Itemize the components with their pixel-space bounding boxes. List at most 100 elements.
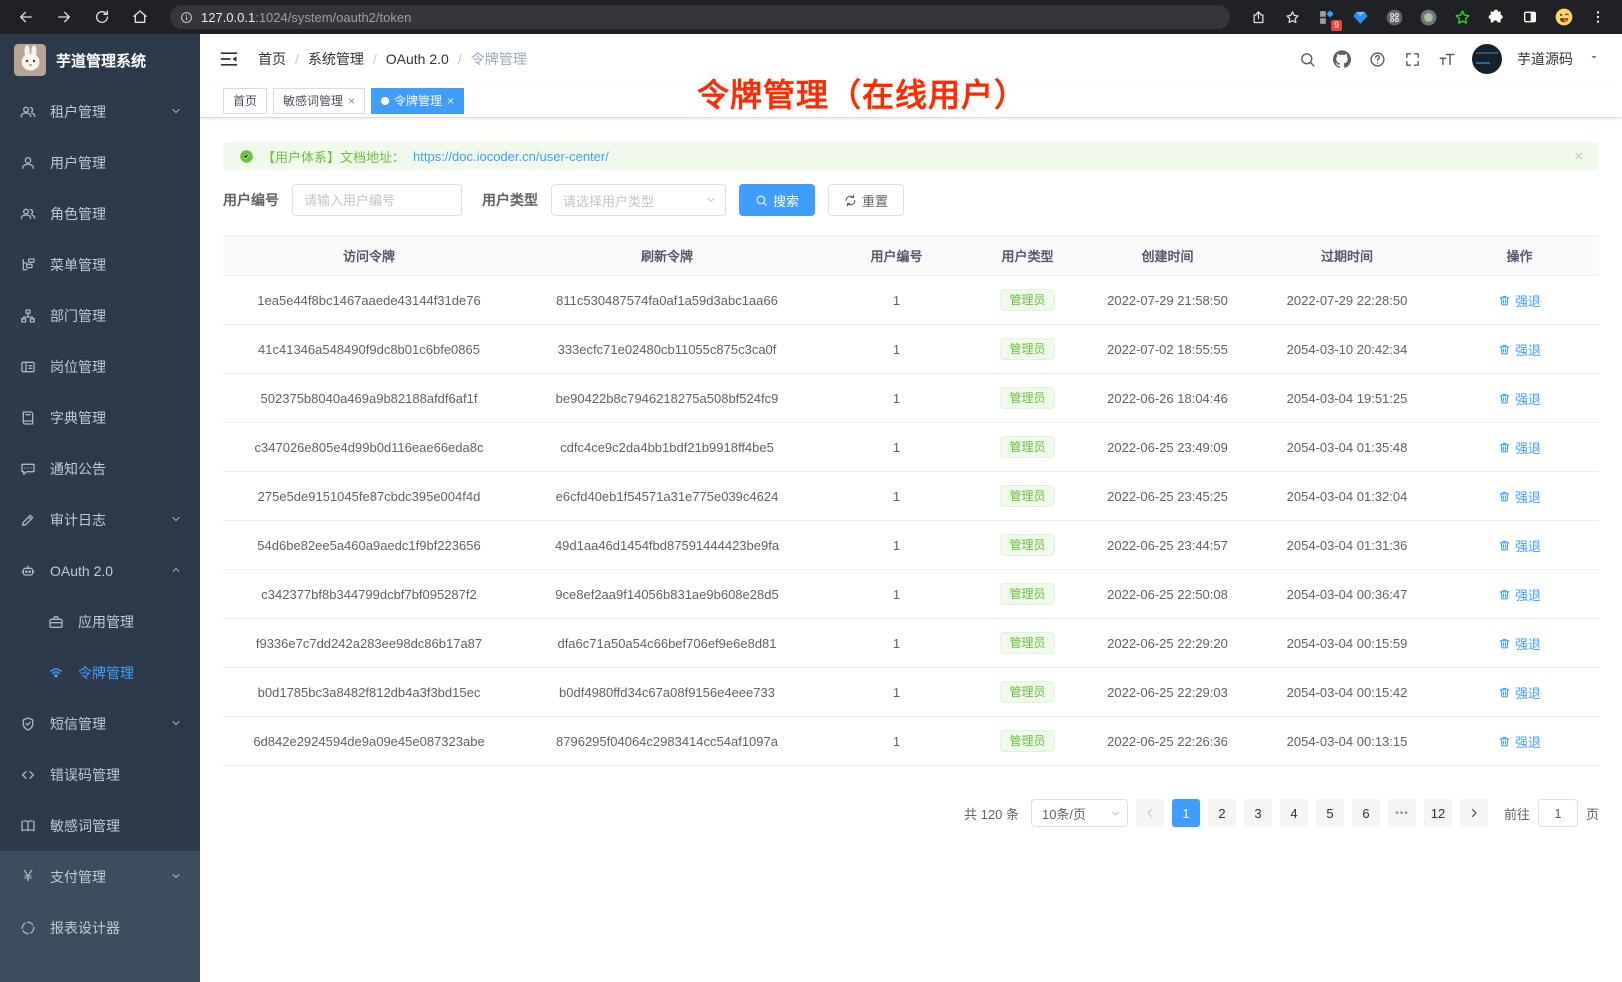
tab-sensitive-word[interactable]: 敏感词管理× <box>273 88 365 114</box>
jumper-input[interactable] <box>1538 799 1578 827</box>
trash-icon <box>1498 539 1511 552</box>
sidebar-item-role[interactable]: 角色管理 <box>0 188 200 239</box>
sidebar-item-menu[interactable]: 菜单管理 <box>0 239 200 290</box>
search-icon[interactable] <box>1297 49 1317 69</box>
site-info-icon[interactable] <box>180 11 193 24</box>
app-logo[interactable]: 芋道管理系统 <box>0 34 200 86</box>
github-icon[interactable] <box>1332 49 1352 69</box>
reset-button[interactable]: 重置 <box>828 184 904 216</box>
sidebar-item-notice[interactable]: 通知公告 <box>0 443 200 494</box>
sidebar-item-user[interactable]: 用户管理 <box>0 137 200 188</box>
force-logout-button[interactable]: 强退 <box>1498 487 1541 506</box>
force-logout-button[interactable]: 强退 <box>1498 438 1541 457</box>
page-button-5[interactable]: 5 <box>1316 799 1344 827</box>
search-button[interactable]: 搜索 <box>739 184 815 216</box>
page-button-4[interactable]: 4 <box>1280 799 1308 827</box>
tab-token-management[interactable]: 令牌管理× <box>371 88 464 114</box>
sidebar-item-oauth2[interactable]: OAuth 2.0 <box>0 545 200 596</box>
breadcrumb-oauth2[interactable]: OAuth 2.0 <box>386 51 449 67</box>
page-button-2[interactable]: 2 <box>1208 799 1236 827</box>
extension-command-icon[interactable] <box>1382 5 1406 29</box>
browser-reload-button[interactable] <box>88 3 116 31</box>
user-avatar[interactable] <box>1472 44 1502 74</box>
extension-green-star-icon[interactable] <box>1450 5 1474 29</box>
annotation-overlay: 令牌管理（在线用户） <box>697 70 1027 116</box>
user-type-select[interactable]: 请选择用户类型 <box>551 184 726 216</box>
close-icon[interactable]: × <box>447 94 454 108</box>
force-logout-button[interactable]: 强退 <box>1498 634 1541 653</box>
doc-link[interactable]: https://doc.iocoder.cn/user-center/ <box>413 149 609 164</box>
font-size-icon[interactable] <box>1437 49 1457 69</box>
force-logout-button[interactable]: 强退 <box>1498 732 1541 751</box>
page-size-select[interactable]: 10条/页 <box>1031 799 1128 827</box>
sidebar-lower-section: ¥支付管理 报表设计器 <box>0 851 200 982</box>
user-type-tag: 管理员 <box>1000 681 1054 703</box>
more-pages-button[interactable]: ••• <box>1388 799 1416 827</box>
alert-close-icon[interactable]: × <box>1574 148 1583 165</box>
sidebar-collapse-icon[interactable] <box>216 46 242 72</box>
chevron-down-icon <box>705 194 717 206</box>
extensions-puzzle-icon[interactable] <box>1484 5 1508 29</box>
user-type-tag: 管理员 <box>1000 387 1054 409</box>
chevron-down-icon <box>170 104 182 120</box>
users-icon <box>20 206 36 222</box>
user-type-label: 用户类型 <box>482 190 538 210</box>
extension-grid-icon[interactable]: 9 <box>1314 5 1338 29</box>
breadcrumb-home[interactable]: 首页 <box>258 49 286 69</box>
browser-home-button[interactable] <box>126 3 154 31</box>
broadcast-icon <box>48 665 64 681</box>
tab-home[interactable]: 首页 <box>223 88 267 114</box>
share-icon[interactable] <box>1246 5 1270 29</box>
user-id-input[interactable] <box>292 184 462 216</box>
pagination: 共 120 条 10条/页 1 2 3 4 5 6 ••• 12 前往 页 <box>223 799 1599 827</box>
sidebar-item-department[interactable]: 部门管理 <box>0 290 200 341</box>
col-actions: 操作 <box>1440 236 1599 276</box>
help-icon[interactable] <box>1367 49 1387 69</box>
username[interactable]: 芋道源码 <box>1517 49 1573 69</box>
sidebar-item-audit-log[interactable]: 审计日志 <box>0 494 200 545</box>
browser-back-button[interactable] <box>12 3 40 31</box>
bookmark-star-icon[interactable] <box>1280 5 1304 29</box>
page-button-12[interactable]: 12 <box>1424 799 1452 827</box>
extension-record-icon[interactable] <box>1416 5 1440 29</box>
force-logout-button[interactable]: 强退 <box>1498 340 1541 359</box>
page-button-3[interactable]: 3 <box>1244 799 1272 827</box>
page-button-1[interactable]: 1 <box>1172 799 1200 827</box>
force-logout-button[interactable]: 强退 <box>1498 683 1541 702</box>
breadcrumb-system[interactable]: 系统管理 <box>308 49 364 69</box>
col-user-type: 用户类型 <box>974 236 1081 276</box>
sidebar-item-report-designer[interactable]: 报表设计器 <box>0 902 200 953</box>
user-menu-caret-icon[interactable] <box>1588 50 1600 68</box>
next-page-button[interactable] <box>1460 799 1488 827</box>
chevron-down-icon <box>1110 808 1121 819</box>
sidebar-item-payment[interactable]: ¥支付管理 <box>0 851 200 902</box>
sidebar-item-dict[interactable]: 字典管理 <box>0 392 200 443</box>
sidebar-item-sensitive-word[interactable]: 敏感词管理 <box>0 800 200 851</box>
force-logout-button[interactable]: 强退 <box>1498 536 1541 555</box>
sidebar-item-sms[interactable]: 短信管理 <box>0 698 200 749</box>
sidebar-item-oauth2-token[interactable]: 令牌管理 <box>0 647 200 698</box>
force-logout-button[interactable]: 强退 <box>1498 291 1541 310</box>
fullscreen-icon[interactable] <box>1402 49 1422 69</box>
sidebar-item-error-code[interactable]: 错误码管理 <box>0 749 200 800</box>
browser-forward-button[interactable] <box>50 3 78 31</box>
address-bar[interactable]: 127.0.0.1:1024/system/oauth2/token <box>170 5 1230 29</box>
page-button-6[interactable]: 6 <box>1352 799 1380 827</box>
col-access-token: 访问令牌 <box>223 236 515 276</box>
chevron-down-icon <box>170 512 182 528</box>
sidebar-item-oauth2-app[interactable]: 应用管理 <box>0 596 200 647</box>
force-logout-button[interactable]: 强退 <box>1498 389 1541 408</box>
sidebar-item-tenant[interactable]: 租户管理 <box>0 86 200 137</box>
sidebar-item-post[interactable]: 岗位管理 <box>0 341 200 392</box>
robot-icon <box>20 563 36 579</box>
table-row: 6d842e2924594de9a09e45e087323abe8796295f… <box>223 717 1599 766</box>
side-panel-icon[interactable] <box>1518 5 1542 29</box>
profile-emoji-avatar[interactable] <box>1552 5 1576 29</box>
trash-icon <box>1498 686 1511 699</box>
table-row: f9336e7c7dd242a283ee98dc86b17a87dfa6c71a… <box>223 619 1599 668</box>
close-icon[interactable]: × <box>348 94 355 108</box>
force-logout-button[interactable]: 强退 <box>1498 585 1541 604</box>
browser-menu-icon[interactable] <box>1586 5 1610 29</box>
prev-page-button[interactable] <box>1136 799 1164 827</box>
extension-diamond-icon[interactable] <box>1348 5 1372 29</box>
